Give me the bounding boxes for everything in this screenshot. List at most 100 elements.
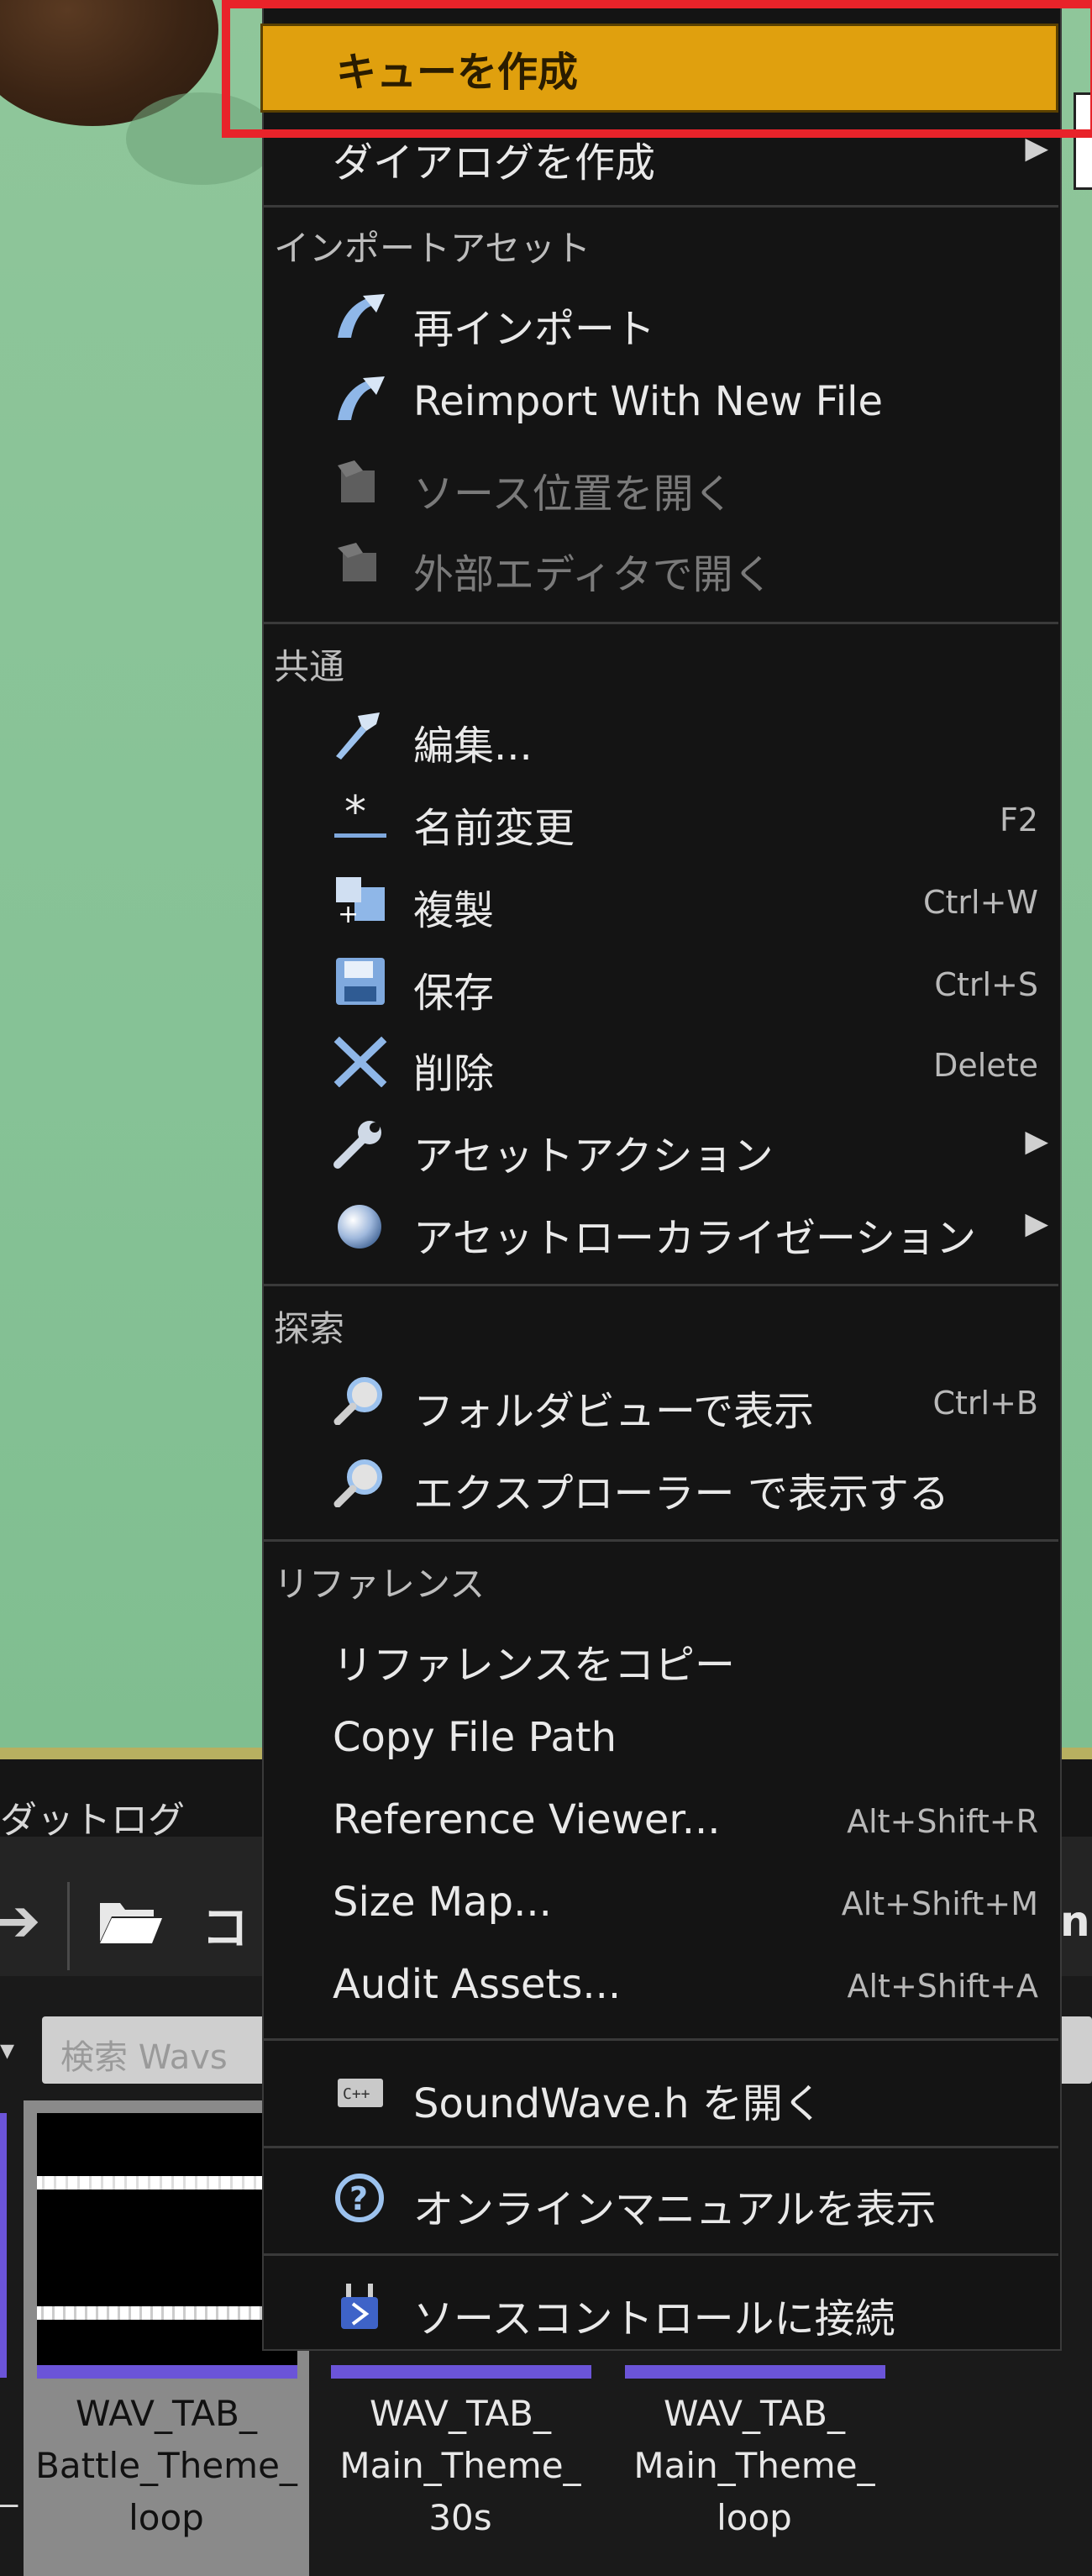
menu-item-rename[interactable]: * 名前変更 F2	[262, 775, 1058, 855]
menu-item-reimport-with-new-file[interactable]: Reimport With New File	[262, 358, 1058, 439]
magnifier-icon	[333, 1377, 382, 1425]
svg-text:C++: C++	[343, 2085, 370, 2103]
tab-output-log[interactable]: ダットログ	[0, 1790, 185, 1843]
menu-separator	[262, 1539, 1058, 1542]
menu-item-label: 再インポート	[413, 306, 656, 353]
asset-label: WAV_TAB_ Main_Theme_ 30s	[339, 2393, 581, 2538]
submenu-arrow-icon: ▶	[1025, 1124, 1048, 1159]
asset-tile-battle-theme-loop[interactable]	[37, 2113, 297, 2416]
menu-separator	[262, 622, 1058, 624]
menu-item-shortcut: F2	[999, 802, 1038, 839]
menu-item-copy-file-path[interactable]: Copy File Path	[262, 1694, 1058, 1774]
menu-separator	[262, 2253, 1058, 2256]
external-editor-icon	[338, 543, 376, 581]
menu-item-label: SoundWave.h を開く	[413, 2080, 823, 2127]
asset-type-bar	[625, 2365, 885, 2379]
menu-item-shortcut: Alt+Shift+A	[847, 1968, 1039, 2005]
menu-item-label: Reference Viewer...	[333, 1796, 721, 1843]
menu-item-label: アセットローカライゼーション	[413, 1215, 977, 1262]
delete-icon	[333, 1036, 387, 1087]
menu-item-label: Copy File Path	[333, 1714, 617, 1761]
menu-item-label: エクスプローラー で表示する	[413, 1470, 949, 1517]
menu-item-delete[interactable]: 削除 Delete	[262, 1020, 1058, 1101]
partial-asset-label: _	[0, 2466, 18, 2507]
save-icon	[336, 958, 385, 1005]
source-control-icon	[341, 2284, 378, 2329]
asset-type-bar	[331, 2365, 591, 2379]
menu-item-label: 削除	[413, 1050, 495, 1097]
menu-item-connect-source-control[interactable]: ソースコントロールに接続	[262, 2265, 1058, 2346]
menu-item-open-source-location[interactable]: ソース位置を開く	[262, 440, 1058, 521]
menu-item-shortcut: Ctrl+S	[934, 966, 1038, 1003]
menu-item-label: Reimport With New File	[413, 378, 883, 425]
asset-label: WAV_TAB_ Battle_Theme_ loop	[35, 2393, 297, 2538]
menu-item-asset-actions[interactable]: アセットアクション ▶	[262, 1102, 1058, 1183]
section-header: リファレンス	[274, 1564, 486, 1605]
menu-item-duplicate[interactable]: + 複製 Ctrl+W	[262, 857, 1058, 938]
svg-text:+: +	[338, 900, 359, 924]
section-header: 探索	[274, 1308, 345, 1349]
menu-item-save[interactable]: 保存 Ctrl+S	[262, 939, 1058, 1020]
wrench-icon	[333, 1121, 381, 1169]
cpp-file-icon: C++	[338, 2079, 383, 2107]
section-header: 共通	[274, 646, 345, 687]
menu-separator	[262, 1284, 1058, 1286]
reimport-icon	[338, 376, 385, 420]
menu-item-copy-reference[interactable]: リファレンスをコピー	[262, 1611, 1058, 1692]
folder-open-icon[interactable]	[97, 1895, 164, 1947]
edit-icon	[336, 712, 380, 760]
magnifier-icon	[333, 1459, 382, 1507]
menu-item-online-manual[interactable]: ? オンラインマニュアルを表示	[262, 2156, 1058, 2237]
sound-wave-thumbnail	[37, 2113, 297, 2365]
path-breadcrumb[interactable]: コ	[202, 1890, 249, 1958]
svg-text:*: *	[344, 790, 366, 838]
menu-item-open-external-editor[interactable]: 外部エディタで開く	[262, 521, 1058, 602]
menu-separator	[262, 2038, 1058, 2041]
menu-item-shortcut: Alt+Shift+R	[847, 1803, 1038, 1840]
menu-item-asset-localization[interactable]: アセットローカライゼーション ▶	[262, 1185, 1058, 1265]
menu-item-create-dialog[interactable]: ダイアログを作成 ▶	[262, 109, 1058, 190]
menu-item-size-map[interactable]: Size Map... Alt+Shift+M	[262, 1858, 1058, 1939]
menu-separator	[262, 205, 1058, 208]
forward-arrow-icon[interactable]: ➔	[0, 1886, 41, 1955]
rename-icon: *	[334, 790, 386, 838]
menu-item-label: 保存	[413, 970, 495, 1017]
help-icon: ?	[335, 2174, 384, 2222]
menu-item-reimport[interactable]: 再インポート	[262, 276, 1058, 356]
open-source-icon	[338, 460, 375, 502]
reimport-icon	[338, 294, 385, 338]
menu-item-show-in-explorer[interactable]: エクスプローラー で表示する	[262, 1440, 1058, 1521]
menu-item-label: 外部エディタで開く	[413, 551, 774, 598]
menu-item-label: アセットアクション	[413, 1133, 774, 1180]
chevron-down-icon[interactable]: ▾	[0, 2033, 14, 2067]
submenu-arrow-icon: ▶	[1025, 1207, 1048, 1241]
search-placeholder: 検索 Wavs	[60, 2038, 228, 2077]
menu-item-label: ソースコントロールに接続	[413, 2295, 895, 2342]
globe-icon	[338, 1205, 381, 1249]
menu-item-shortcut: Delete	[933, 1047, 1038, 1084]
menu-item-label: 名前変更	[413, 805, 575, 852]
menu-item-label: 編集...	[413, 723, 533, 770]
svg-text:?: ?	[349, 2180, 368, 2217]
asset-label: WAV_TAB_ Main_Theme_ loop	[633, 2393, 875, 2538]
menu-item-open-soundwave-h[interactable]: C++ SoundWave.h を開く	[262, 2050, 1058, 2131]
menu-item-shortcut: Alt+Shift+M	[841, 1885, 1038, 1922]
menu-item-reference-viewer[interactable]: Reference Viewer... Alt+Shift+R	[262, 1776, 1058, 1857]
duplicate-icon: +	[336, 877, 385, 924]
menu-item-shortcut: Ctrl+W	[922, 884, 1038, 921]
menu-item-shortcut: Ctrl+B	[932, 1385, 1038, 1422]
path-breadcrumb-end[interactable]: ns	[1060, 1897, 1092, 1946]
menu-item-label: ソース位置を開く	[413, 471, 734, 518]
menu-item-label: 複製	[413, 887, 495, 934]
menu-item-show-in-folder-view[interactable]: フォルダビューで表示 Ctrl+B	[262, 1358, 1058, 1438]
menu-separator	[262, 2146, 1058, 2148]
section-header: インポートアセット	[274, 228, 591, 269]
menu-item-audit-assets[interactable]: Audit Assets... Alt+Shift+A	[262, 1941, 1058, 2021]
menu-item-label: フォルダビューで表示	[413, 1388, 815, 1435]
menu-item-label: オンラインマニュアルを表示	[413, 2186, 937, 2233]
menu-item-edit[interactable]: 編集...	[262, 692, 1058, 773]
partial-asset-tile[interactable]	[0, 2113, 7, 2378]
menu-item-label: リファレンスをコピー	[333, 1642, 736, 1689]
toolbar-divider	[67, 1882, 70, 1970]
menu-item-label: ダイアログを作成	[333, 139, 656, 187]
